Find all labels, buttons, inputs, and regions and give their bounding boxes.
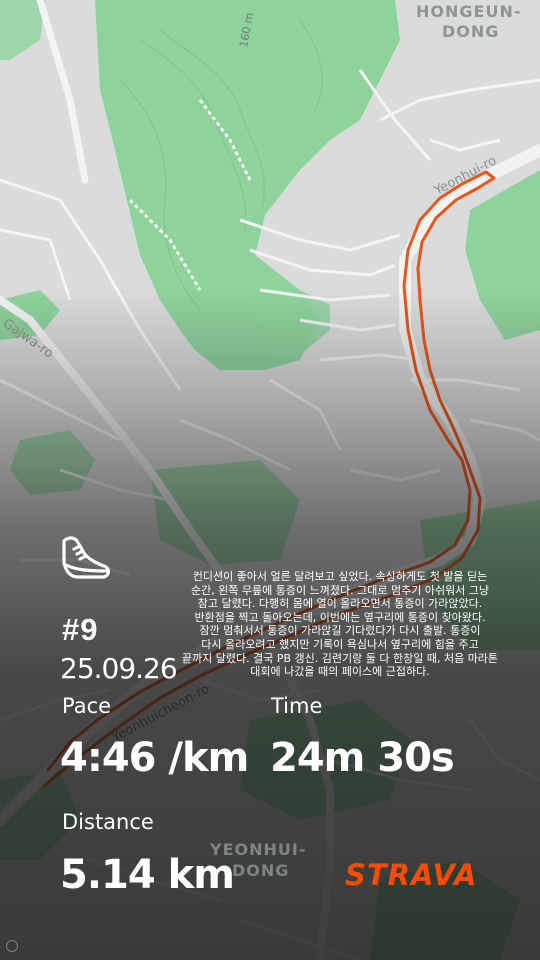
pace-label: Pace [62, 694, 112, 718]
note-line: 잠깐 멈춰서서 통증이 가라앉길 기다렸다가 다시 출발. 통증이 [199, 624, 481, 638]
strava-logo: STRAVA [345, 858, 478, 892]
note-line: 컨디션이 좋아서 얼른 달려보고 싶었다. 속상하게도 첫 발을 딛는 [192, 570, 488, 583]
note-line: 반환점을 찍고 돌아오는데, 이번에는 옆구리에 통증이 찾아왔다. [194, 610, 486, 624]
note-line: 대회에 나갔을 때의 페이스에 근접하다. [250, 665, 430, 679]
run-number: #9 [62, 612, 99, 647]
run-date: 25.09.26 [60, 652, 178, 685]
district-label-hongeun-2: DONG [442, 22, 500, 41]
note-line: 참고 달렸다. 다행히 몸에 열이 올라오면서 통증이 가라앉았다. [197, 597, 483, 611]
district-label-hongeun-1: HONGEUN- [416, 2, 522, 21]
time-label: Time [271, 694, 323, 718]
pace-value: 4:46 /km [60, 735, 249, 781]
note-line: 끝까지 달렸다. 결국 PB 갱신. 김련기랑 둘 다 한창일 때, 처음 마라… [181, 651, 499, 665]
activity-note: 컨디션이 좋아서 얼른 달려보고 싶었다. 속상하게도 첫 발을 딛는 순간, … [180, 570, 500, 679]
distance-label: Distance [62, 810, 154, 834]
note-line: 다시 올라오려고 했지만 기록이 욕심나서 옆구리에 힘을 주고 [201, 637, 479, 651]
map-attribution-icon[interactable] [6, 940, 18, 952]
time-value: 24m 30s [270, 735, 455, 781]
running-shoe-icon [62, 536, 111, 579]
distance-value: 5.14 km [60, 852, 235, 898]
note-line: 순간, 왼쪽 무릎에 통증이 느껴졌다. 그대로 멈추기 아쉬워서 그냥 [190, 583, 490, 597]
district-label-yeonhui-2: DONG [232, 861, 290, 880]
